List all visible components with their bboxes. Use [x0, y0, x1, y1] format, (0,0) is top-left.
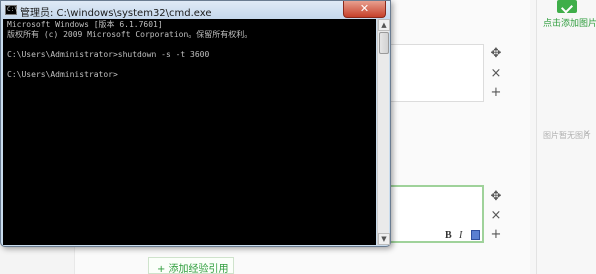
move-icon[interactable]: ✥ [489, 47, 503, 61]
cmd-window: 管理员: C:\windows\system32\cmd.exe ✕ Micro… [0, 0, 391, 247]
console-line: 版权所有 (c) 2009 Microsoft Corporation。保留所有… [7, 30, 253, 39]
add-picture-label: 点击添加图片 [543, 19, 596, 29]
italic-button[interactable]: I [459, 230, 462, 242]
picture-sidebar: 点击添加图片 图片暂无图片 ✕ [536, 0, 596, 274]
scroll-up-icon[interactable]: ▲ [378, 19, 390, 31]
step-text-editor-1[interactable] [386, 44, 484, 102]
add-reference-label: + 添加经验引用 [157, 264, 229, 274]
close-button[interactable]: ✕ [343, 1, 386, 18]
add-picture-icon [557, 0, 577, 13]
bold-button[interactable]: B [445, 230, 452, 242]
insert-image-icon[interactable] [471, 230, 480, 240]
scroll-down-icon[interactable]: ▼ [378, 233, 390, 245]
add-reference-button[interactable]: + 添加经验引用 [148, 257, 234, 274]
console-icon [5, 5, 18, 15]
delete-icon[interactable]: × [489, 209, 503, 223]
add-icon[interactable]: + [489, 228, 503, 242]
scroll-thumb[interactable] [379, 32, 389, 54]
console-prompt: C:\Users\Administrator> [7, 70, 118, 79]
screen: ✥ × + ✥ × + B I 点击添加图片 图片暂无图片 ✕ + 添加经验引用… [0, 0, 596, 274]
console-line: C:\Users\Administrator>shutdown -s -t 36… [7, 50, 210, 59]
move-icon[interactable]: ✥ [489, 190, 503, 204]
console-line: Microsoft Windows [版本 6.1.7601] [7, 20, 163, 29]
step-text-editor-2[interactable] [386, 185, 484, 243]
delete-icon[interactable]: × [489, 67, 503, 81]
vertical-scrollbar[interactable]: ▲ ▼ [377, 19, 390, 245]
add-icon[interactable]: + [489, 86, 503, 100]
add-picture-button[interactable]: 点击添加图片 [537, 0, 596, 34]
cmd-titlebar[interactable]: 管理员: C:\windows\system32\cmd.exe ✕ [1, 1, 390, 19]
window-title: 管理员: C:\windows\system32\cmd.exe [20, 8, 212, 19]
console-output[interactable]: Microsoft Windows [版本 6.1.7601] 版权所有 (c)… [3, 19, 376, 245]
close-icon[interactable]: ✕ [583, 128, 591, 139]
